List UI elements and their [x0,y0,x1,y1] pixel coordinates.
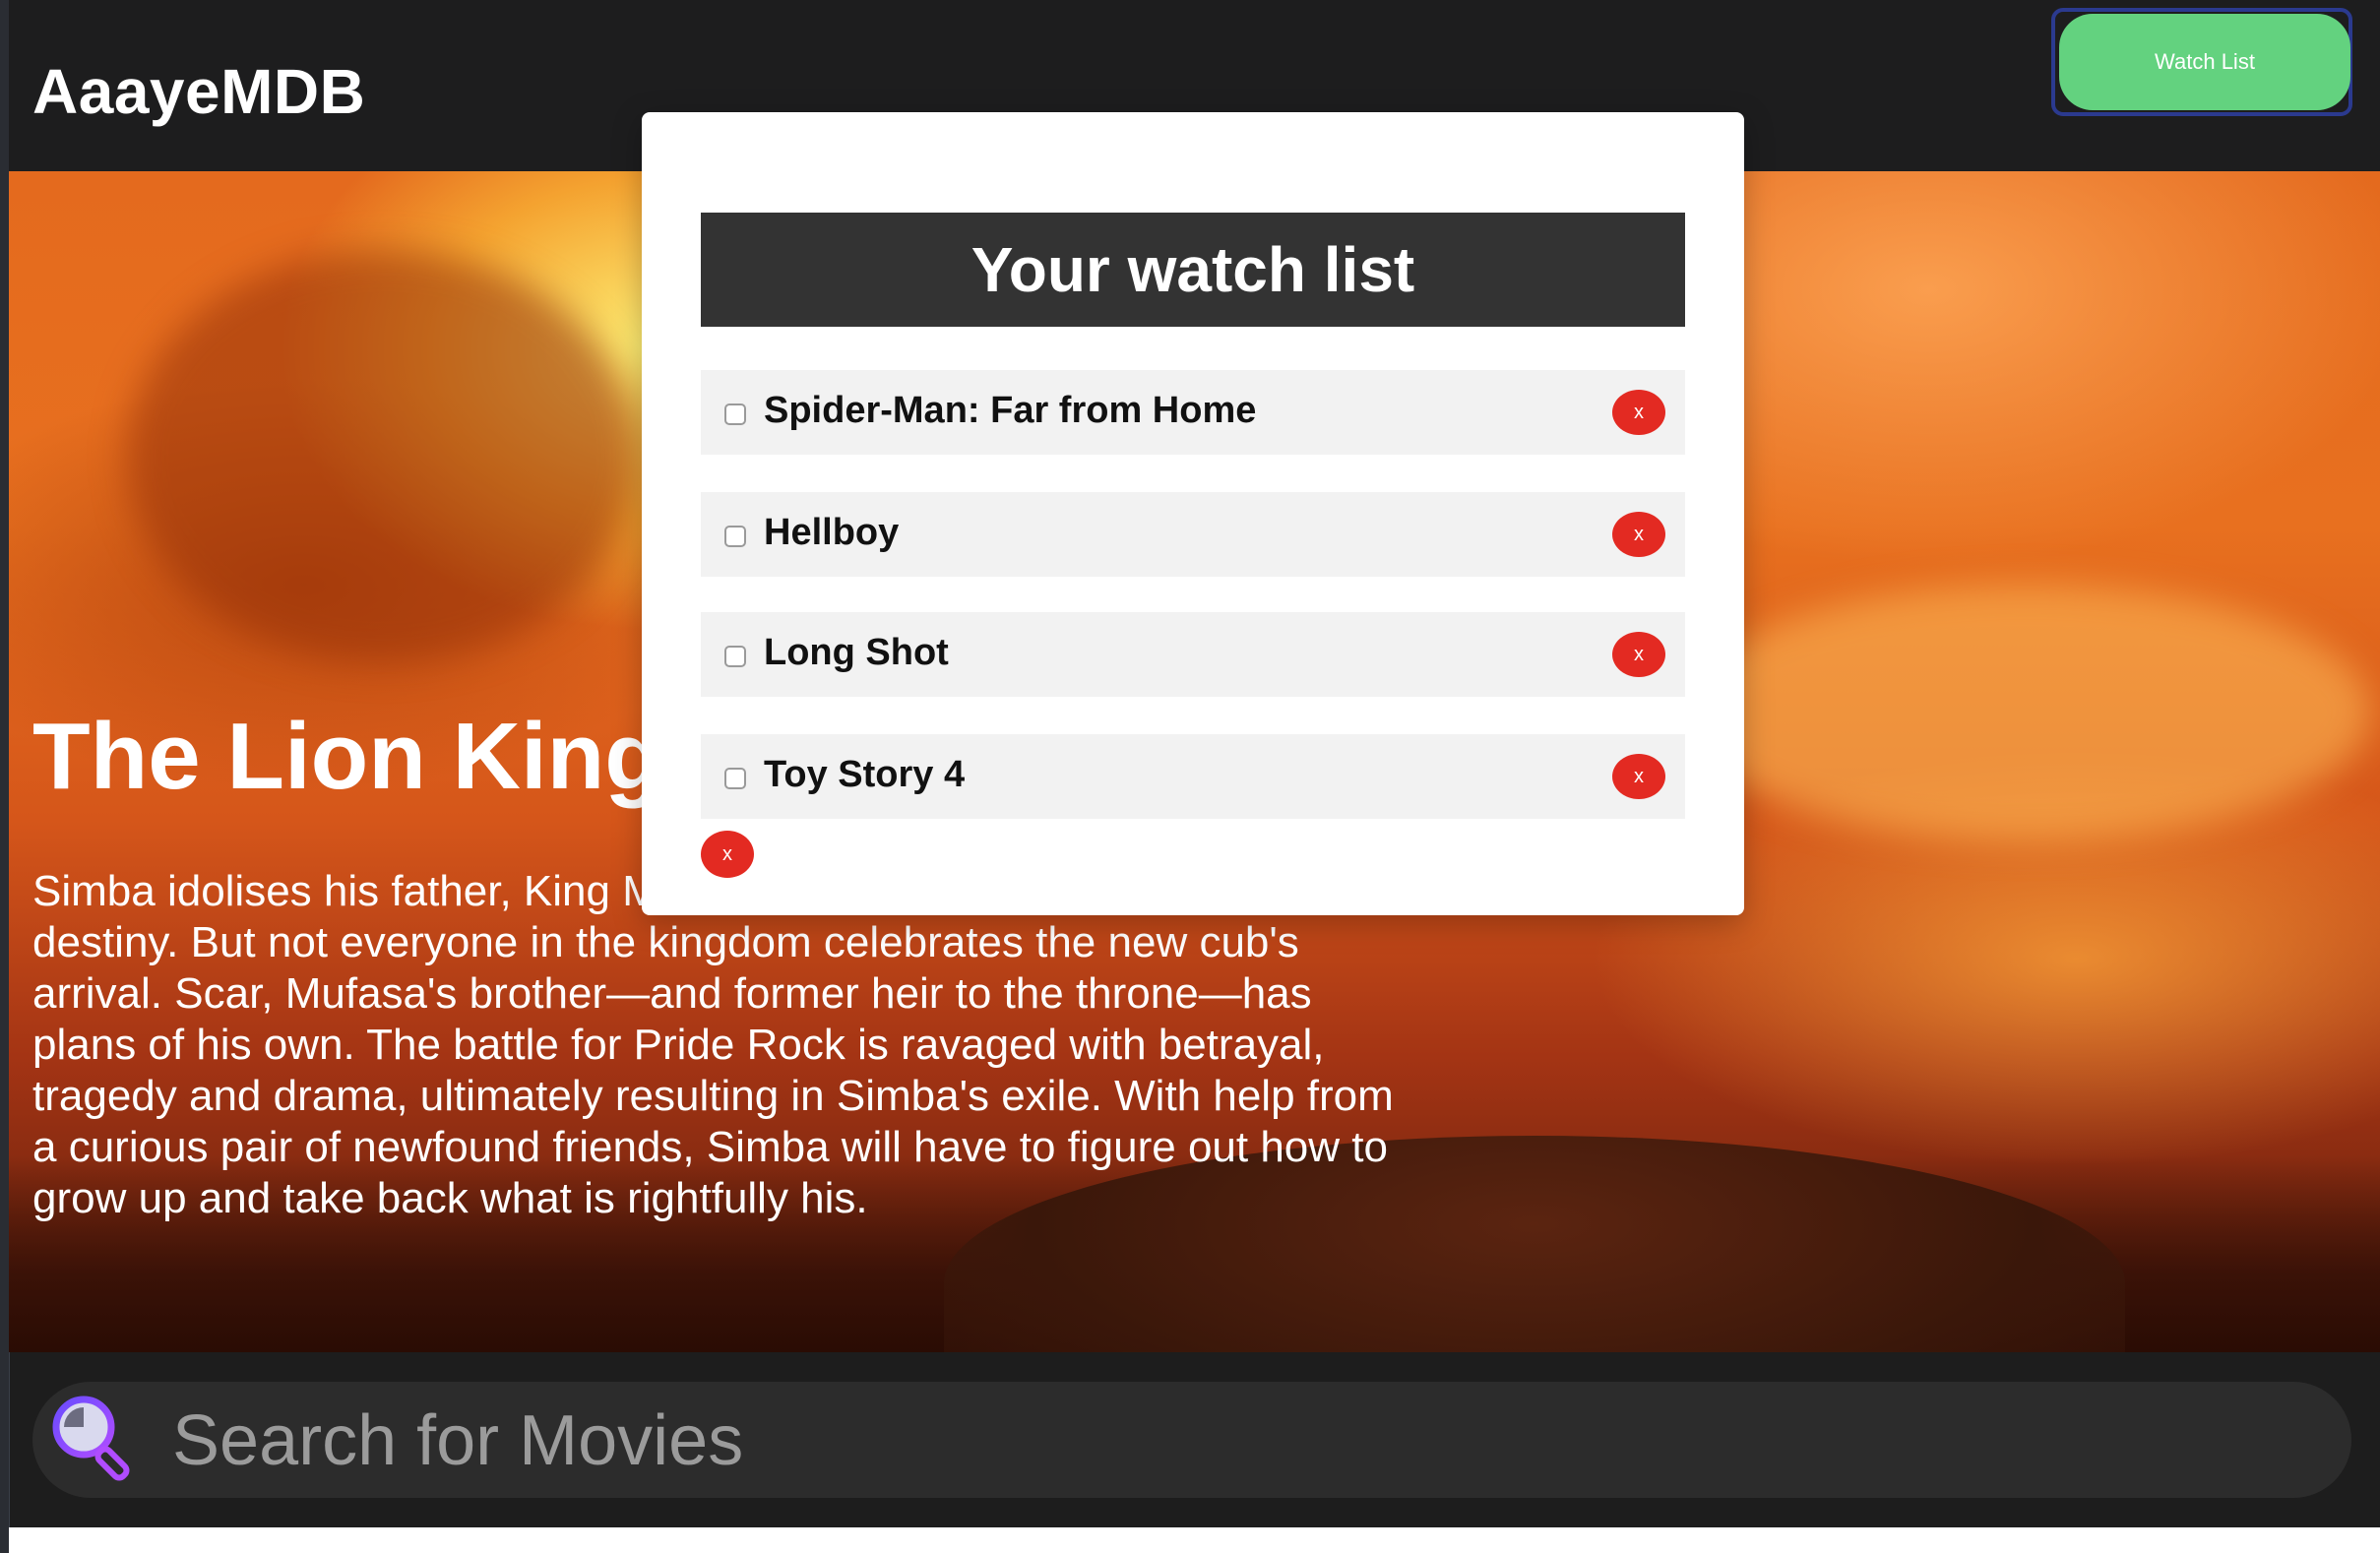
movie-description: Simba idolises his father, King Mufasa, … [32,867,1400,1222]
watch-list-item: Spider-Man: Far from Home x [701,370,1685,455]
hero-cloud-shape [1682,585,2371,840]
watch-list-modal: Your watch list Spider-Man: Far from Hom… [642,112,1744,915]
watch-list-item: Hellboy x [701,492,1685,577]
search-input[interactable] [170,1392,2320,1490]
item-label: Spider-Man: Far from Home [764,390,1257,431]
magnifier-icon[interactable] [46,1390,145,1488]
clear-list-button[interactable]: x [701,831,754,878]
watch-list-item: Long Shot x [701,612,1685,697]
remove-item-button[interactable]: x [1612,512,1665,557]
remove-item-button[interactable]: x [1612,754,1665,799]
modal-title: Your watch list [971,234,1415,305]
modal-header: Your watch list [701,213,1685,327]
item-label: Long Shot [764,632,949,673]
footer-strip [9,1527,2380,1553]
item-label: Toy Story 4 [764,754,966,795]
item-checkbox[interactable] [724,646,746,667]
watch-list-item: Toy Story 4 x [701,734,1685,819]
watch-list-button[interactable]: Watch List [2059,14,2350,110]
movie-title: The Lion King [32,704,662,809]
item-checkbox[interactable] [724,526,746,547]
hero-cloud-shape [127,250,639,663]
page: AaayeMDB Watch List The Lion King Simba … [0,0,2380,1553]
remove-item-button[interactable]: x [1612,390,1665,435]
item-checkbox[interactable] [724,768,746,789]
search-bar[interactable] [32,1382,2351,1498]
item-label: Hellboy [764,512,900,553]
item-checkbox[interactable] [724,404,746,425]
remove-item-button[interactable]: x [1612,632,1665,677]
brand-logo[interactable]: AaayeMDB [32,55,365,128]
